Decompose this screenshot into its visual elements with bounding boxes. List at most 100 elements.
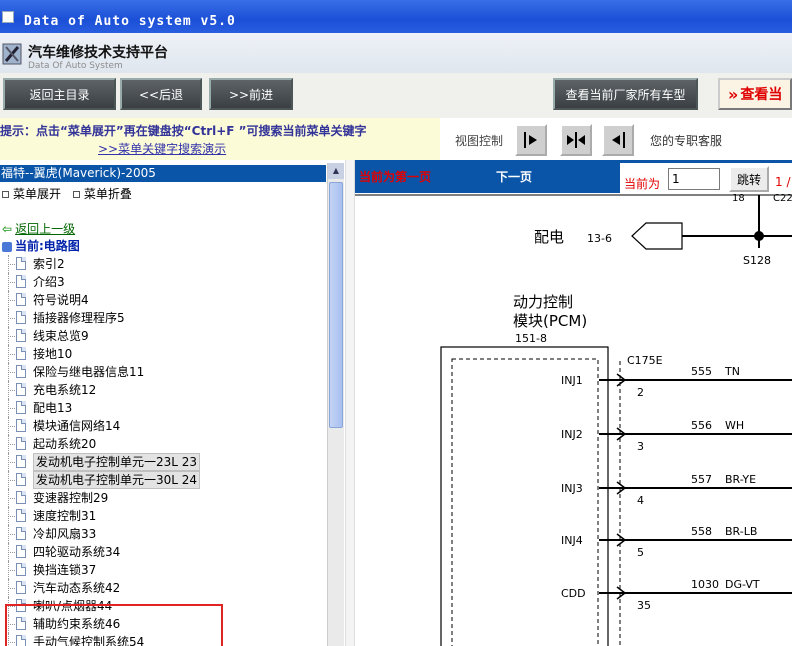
back-arrow-icon: ⇦ <box>2 222 13 236</box>
pin-name: INJ2 <box>561 428 583 441</box>
double-chevron-icon: » <box>728 84 739 104</box>
menu-tree: 索引2 介绍3 符号说明4 插接器修理程序5 线束总览9 接地10 保险与继电器信息11 充电… <box>0 255 326 646</box>
document-icon <box>16 365 26 378</box>
circuit-number: 557 <box>691 473 712 486</box>
tree-item[interactable]: 配电13 <box>0 399 326 417</box>
all-models-button[interactable]: 查看当前厂家所有车型 <box>553 78 698 110</box>
hot-button[interactable]: » 查看当 <box>718 78 792 110</box>
document-icon <box>16 509 26 522</box>
highlight-box <box>5 604 223 646</box>
tree-item-label: 换挡连锁37 <box>33 563 97 577</box>
current-node-label: 当前:电路图 <box>15 239 80 253</box>
view-split-button[interactable] <box>560 124 592 156</box>
pin-number: 5 <box>637 546 644 559</box>
first-page-indicator: 当前为第一页 <box>359 170 432 184</box>
tree-connector <box>8 444 15 445</box>
tree-item[interactable]: 充电系统12 <box>0 381 326 399</box>
tree-item[interactable]: 速度控制31 <box>0 507 326 525</box>
diagram-panel: 当前为第一页 下一页 当前为 1 跳转 1 / 18 C22 配电 13-6 S… <box>355 160 792 646</box>
app-icon <box>2 11 14 23</box>
tree-connector <box>8 264 15 265</box>
pin-number: 2 <box>637 386 644 399</box>
circuit-number: 1030 <box>691 578 719 591</box>
pin-number: 4 <box>637 494 644 507</box>
wire-color: TN <box>724 365 740 378</box>
pin-name: INJ4 <box>561 534 583 547</box>
tree-item-label: 发动机电子控制单元一23L 23 <box>33 453 201 471</box>
next-page-link[interactable]: 下一页 <box>496 168 532 185</box>
tree-scrollbar[interactable]: ▲ <box>327 163 344 646</box>
jump-button[interactable]: 跳转 <box>729 166 769 192</box>
tree-item-label: 接地10 <box>33 347 73 361</box>
tree-connector <box>8 462 15 463</box>
tree-item[interactable]: 换挡连锁37 <box>0 561 326 579</box>
back-up-link[interactable]: ⇦ 返回上一级 <box>2 220 75 237</box>
circuit-number: 555 <box>691 365 712 378</box>
menu-collapse-link[interactable]: 菜单折叠 <box>84 187 132 201</box>
view-expand-right-button[interactable] <box>515 124 547 156</box>
tree-item[interactable]: 发动机电子控制单元一23L 23 <box>0 453 326 471</box>
search-demo-link[interactable]: >>菜单关键字搜索演示 <box>98 140 226 157</box>
circuit-number: 556 <box>691 419 712 432</box>
tree-item[interactable]: 符号说明4 <box>0 291 326 309</box>
tree-item[interactable]: 索引2 <box>0 255 326 273</box>
expand-icon <box>2 191 9 198</box>
wiring-diagram-canvas: 18 C22 配电 13-6 S128 动力控制 模块(PCM) 151-8 C… <box>355 193 792 646</box>
tree-item[interactable]: 起动系统20 <box>0 435 326 453</box>
scroll-thumb[interactable] <box>329 182 343 428</box>
page-number-input[interactable]: 1 <box>668 168 720 190</box>
hot-button-label: 查看当 <box>740 87 783 103</box>
tree-item[interactable]: 汽车动态系统42 <box>0 579 326 597</box>
tree-connector <box>8 318 15 319</box>
home-button[interactable]: 返回主目录 <box>3 78 116 110</box>
tree-item[interactable]: 接地10 <box>0 345 326 363</box>
tree-item[interactable]: 介绍3 <box>0 273 326 291</box>
tree-item[interactable]: 冷却风扇33 <box>0 525 326 543</box>
document-icon <box>16 347 26 360</box>
document-icon <box>16 437 26 450</box>
tree-item-label: 线束总览9 <box>33 329 89 343</box>
tree-item[interactable]: 模块通信网络14 <box>0 417 326 435</box>
support-label[interactable]: 您的专职客服 <box>650 132 722 149</box>
tree-item[interactable]: 发动机电子控制单元一30L 24 <box>0 471 326 489</box>
tree-item[interactable]: 线束总览9 <box>0 327 326 345</box>
tree-item[interactable]: 四轮驱动系统34 <box>0 543 326 561</box>
tree-item[interactable]: 变速器控制29 <box>0 489 326 507</box>
pin-number: 3 <box>637 440 644 453</box>
forward-button[interactable]: >>前进 <box>209 78 293 110</box>
scroll-up-icon[interactable]: ▲ <box>328 163 344 179</box>
tree-item[interactable]: 插接器修理程序5 <box>0 309 326 327</box>
window-title-bar: Data of Auto system v5.0 <box>0 0 792 33</box>
pin-number: 35 <box>637 599 651 612</box>
document-icon <box>16 473 26 486</box>
tree-item-label: 四轮驱动系统34 <box>33 545 121 559</box>
tree-item[interactable]: 保险与继电器信息11 <box>0 363 326 381</box>
pcm-title-1: 动力控制 <box>513 293 573 311</box>
vehicle-title: 福特--翼虎(Maverick)-2005 <box>0 165 326 182</box>
pcm-box <box>440 346 609 646</box>
connector-flag-shape <box>631 222 683 250</box>
app-header: 汽车维修技术支持平台 Data Of Auto System <box>0 33 792 73</box>
tree-connector <box>8 390 15 391</box>
collapse-icon <box>72 191 80 198</box>
window-title: Data of Auto system v5.0 <box>24 14 236 29</box>
pcm-title-2: 模块(PCM) <box>513 312 587 330</box>
app-subtitle: Data Of Auto System <box>28 61 123 71</box>
tree-connector <box>8 372 15 373</box>
page-nav-bar: 当前为第一页 下一页 当前为 1 跳转 1 / <box>355 160 792 193</box>
document-icon <box>16 383 26 396</box>
tree-connector <box>8 534 15 535</box>
page-jump-box: 当前为 1 跳转 1 / <box>620 163 792 193</box>
document-icon <box>16 545 26 558</box>
tree-item-label: 汽车动态系统42 <box>33 581 121 595</box>
computer-icon <box>2 241 12 252</box>
tree-item-label: 保险与继电器信息11 <box>33 365 145 379</box>
document-icon <box>16 527 26 540</box>
document-icon <box>16 257 26 270</box>
panel-splitter[interactable] <box>345 160 355 646</box>
back-button[interactable]: <<后退 <box>120 78 202 110</box>
tree-connector <box>8 516 15 517</box>
tree-item-label: 变速器控制29 <box>33 491 109 505</box>
view-expand-left-button[interactable] <box>602 124 634 156</box>
menu-expand-link[interactable]: 菜单展开 <box>13 187 61 201</box>
